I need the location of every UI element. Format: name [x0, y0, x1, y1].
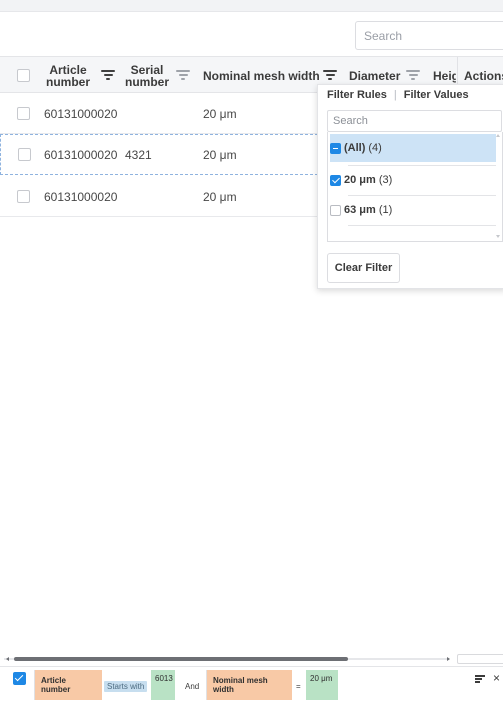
filter-value-item[interactable]: 63 μm (1): [330, 196, 496, 224]
filter-icon[interactable]: [176, 70, 190, 80]
filter-operator-chip[interactable]: =: [296, 681, 301, 692]
row-checkbox[interactable]: [17, 107, 30, 120]
search-input[interactable]: [356, 22, 503, 49]
filter-value-item[interactable]: (All) (4): [330, 134, 496, 162]
column-header-label: number: [45, 74, 90, 89]
horizontal-scrollbar[interactable]: [0, 654, 503, 664]
filter-value-count: (1): [378, 204, 393, 216]
filter-panel: Article number Starts with 6013 And Nomi…: [0, 666, 503, 701]
filter-value-label: 20 μm: [344, 174, 376, 186]
column-header-label: number: [125, 74, 170, 89]
filter-search-box[interactable]: [327, 110, 502, 132]
row-checkbox[interactable]: [17, 190, 30, 203]
column-header-nominal-mesh-width[interactable]: Nominal mesh width: [203, 57, 320, 94]
column-header-label: Serial: [130, 62, 164, 77]
filter-popup-tabs: Filter Rules | Filter Values: [327, 87, 469, 103]
filter-value-count: (4): [368, 142, 382, 154]
close-icon[interactable]: ×: [493, 671, 500, 685]
scroll-thumb[interactable]: [14, 657, 348, 661]
column-header-label: Actions: [464, 68, 503, 83]
cell-serial-number: 4321: [125, 147, 152, 162]
cell-article-number: 60131000020: [44, 147, 118, 162]
filter-value-chip[interactable]: 6013: [151, 670, 175, 700]
filter-field-chip[interactable]: Nominal mesh width: [207, 670, 292, 700]
filter-enabled-checkbox[interactable]: [13, 672, 26, 685]
filter-value-checkbox[interactable]: [330, 204, 341, 216]
filter-value-chip[interactable]: 20 μm: [306, 670, 338, 700]
filter-value-checkbox[interactable]: [330, 174, 341, 186]
tab-filter-rules[interactable]: Filter Rules: [327, 89, 387, 101]
filter-values-list: (All) (4) 20 μm (3) 63 μm (1): [327, 132, 503, 242]
filter-value-item[interactable]: 20 μm (3): [330, 166, 496, 194]
column-header-label: Diameter: [349, 68, 401, 83]
filter-group-operator[interactable]: And: [185, 681, 199, 692]
filter-menu-icon[interactable]: [475, 675, 485, 683]
filter-value-label: (All): [344, 142, 366, 154]
row-checkbox[interactable]: [18, 148, 31, 161]
scroll-right-icon[interactable]: [447, 657, 450, 661]
list-scrollbar[interactable]: [495, 134, 500, 238]
search-box[interactable]: [355, 21, 503, 50]
column-header-label: Nominal mesh width: [203, 68, 320, 83]
cell-article-number: 60131000020: [44, 106, 118, 121]
top-strip: [0, 0, 503, 12]
filter-icon[interactable]: [323, 70, 337, 80]
cell-nominal-mesh-width: 20 μm: [203, 147, 237, 162]
filter-value-checkbox[interactable]: [330, 142, 341, 154]
filter-field-chip[interactable]: Article number: [35, 670, 102, 700]
column-header-serial-number[interactable]: Serial number: [125, 57, 169, 94]
list-divider: [348, 225, 496, 226]
select-all-checkbox[interactable]: [17, 69, 30, 82]
scroll-left-icon[interactable]: [6, 657, 9, 661]
column-header-label: Heig: [433, 68, 456, 83]
filter-icon[interactable]: [406, 70, 420, 80]
cell-nominal-mesh-width: 20 μm: [203, 189, 237, 204]
filter-search-input[interactable]: [328, 111, 501, 131]
filter-value-count: (3): [378, 174, 393, 186]
scroll-down-icon[interactable]: [496, 235, 500, 238]
cell-nominal-mesh-width: 20 μm: [203, 106, 237, 121]
filter-popup: Filter Rules | Filter Values (All) (4) 2…: [317, 84, 503, 289]
filter-value-label: 63 μm: [344, 204, 376, 216]
clear-filter-button[interactable]: Clear Filter: [327, 253, 400, 283]
column-header-article-number[interactable]: Article number: [44, 57, 92, 94]
cell-article-number: 60131000020: [44, 189, 118, 204]
scroll-up-icon[interactable]: [496, 134, 500, 137]
tab-filter-values[interactable]: Filter Values: [404, 89, 469, 101]
filter-icon[interactable]: [101, 70, 115, 80]
tab-divider: |: [393, 89, 397, 101]
column-header-label: Article: [49, 62, 87, 77]
scroll-track-right[interactable]: [457, 654, 503, 664]
filter-operator-chip[interactable]: Starts with: [104, 681, 148, 692]
